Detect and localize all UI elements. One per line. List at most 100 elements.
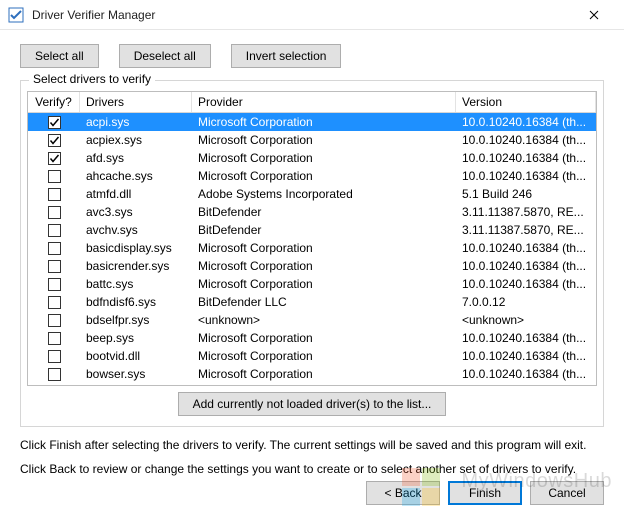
listview-header: Verify? Drivers Provider Version bbox=[28, 92, 596, 113]
verify-checkbox[interactable] bbox=[48, 152, 61, 165]
instruction-line-2: Click Back to review or change the setti… bbox=[20, 461, 604, 477]
instruction-line-1: Click Finish after selecting the drivers… bbox=[20, 437, 604, 453]
row-checkbox-cell bbox=[28, 329, 80, 348]
window-title: Driver Verifier Manager bbox=[32, 8, 571, 22]
invert-selection-button[interactable]: Invert selection bbox=[231, 44, 342, 68]
verify-checkbox[interactable] bbox=[48, 206, 61, 219]
provider-cell: Microsoft Corporation bbox=[192, 328, 456, 348]
row-checkbox-cell bbox=[28, 257, 80, 276]
verify-checkbox[interactable] bbox=[48, 368, 61, 381]
footer-buttons: < Back Finish Cancel bbox=[366, 481, 604, 505]
drivers-groupbox: Select drivers to verify Verify? Drivers… bbox=[20, 80, 604, 427]
verify-checkbox[interactable] bbox=[48, 278, 61, 291]
driver-name-cell: acpiex.sys bbox=[80, 130, 192, 150]
provider-cell: <unknown> bbox=[192, 310, 456, 330]
version-cell: 7.0.0.12 bbox=[456, 292, 596, 312]
provider-cell: Microsoft Corporation bbox=[192, 148, 456, 168]
table-row[interactable]: avchv.sysBitDefender3.11.11387.5870, RE.… bbox=[28, 221, 596, 239]
row-checkbox-cell bbox=[28, 365, 80, 384]
provider-cell: Microsoft Corporation bbox=[192, 364, 456, 384]
verify-checkbox[interactable] bbox=[48, 170, 61, 183]
table-row[interactable]: acpiex.sysMicrosoft Corporation10.0.1024… bbox=[28, 131, 596, 149]
listview-body[interactable]: acpi.sysMicrosoft Corporation10.0.10240.… bbox=[28, 113, 596, 385]
version-cell: 10.0.10240.16384 (th... bbox=[456, 328, 596, 348]
titlebar: Driver Verifier Manager bbox=[0, 0, 624, 30]
version-cell: <unknown> bbox=[456, 310, 596, 330]
driver-listview[interactable]: Verify? Drivers Provider Version acpi.sy… bbox=[27, 91, 597, 386]
column-header-drivers[interactable]: Drivers bbox=[80, 92, 192, 112]
verify-checkbox[interactable] bbox=[48, 314, 61, 327]
provider-cell: Microsoft Corporation bbox=[192, 256, 456, 276]
driver-name-cell: avchv.sys bbox=[80, 220, 192, 240]
groupbox-legend: Select drivers to verify bbox=[29, 72, 155, 86]
row-checkbox-cell bbox=[28, 113, 80, 132]
version-cell: 10.0.10240.16384 (th... bbox=[456, 364, 596, 384]
version-cell: 10.0.10240.16384 (th... bbox=[456, 148, 596, 168]
table-row[interactable]: acpi.sysMicrosoft Corporation10.0.10240.… bbox=[28, 113, 596, 131]
table-row[interactable]: ahcache.sysMicrosoft Corporation10.0.102… bbox=[28, 167, 596, 185]
provider-cell: Microsoft Corporation bbox=[192, 130, 456, 150]
verify-checkbox[interactable] bbox=[48, 134, 61, 147]
version-cell: 10.0.10240.16384 (th... bbox=[456, 346, 596, 366]
driver-name-cell: bdfndisf6.sys bbox=[80, 292, 192, 312]
row-checkbox-cell bbox=[28, 311, 80, 330]
provider-cell: Adobe Systems Incorporated bbox=[192, 184, 456, 204]
table-row[interactable]: afd.sysMicrosoft Corporation10.0.10240.1… bbox=[28, 149, 596, 167]
body-area: Select all Deselect all Invert selection… bbox=[0, 30, 624, 489]
table-row[interactable]: basicrender.sysMicrosoft Corporation10.0… bbox=[28, 257, 596, 275]
row-checkbox-cell bbox=[28, 221, 80, 240]
table-row[interactable]: bootvid.dllMicrosoft Corporation10.0.102… bbox=[28, 347, 596, 365]
window: Driver Verifier Manager Select all Desel… bbox=[0, 0, 624, 517]
select-all-button[interactable]: Select all bbox=[20, 44, 99, 68]
table-row[interactable]: atmfd.dllAdobe Systems Incorporated5.1 B… bbox=[28, 185, 596, 203]
provider-cell: BitDefender bbox=[192, 220, 456, 240]
provider-cell: BitDefender bbox=[192, 202, 456, 222]
verify-checkbox[interactable] bbox=[48, 332, 61, 345]
version-cell: 5.1 Build 246 bbox=[456, 184, 596, 204]
finish-button[interactable]: Finish bbox=[448, 481, 522, 505]
back-button[interactable]: < Back bbox=[366, 481, 440, 505]
table-row[interactable]: beep.sysMicrosoft Corporation10.0.10240.… bbox=[28, 329, 596, 347]
column-header-provider[interactable]: Provider bbox=[192, 92, 456, 112]
driver-name-cell: bowser.sys bbox=[80, 364, 192, 384]
table-row[interactable]: bowser.sysMicrosoft Corporation10.0.1024… bbox=[28, 365, 596, 383]
add-driver-row: Add currently not loaded driver(s) to th… bbox=[27, 392, 597, 416]
version-cell: 3.11.11387.5870, RE... bbox=[456, 202, 596, 222]
driver-name-cell: battc.sys bbox=[80, 274, 192, 294]
table-row[interactable]: battc.sysMicrosoft Corporation10.0.10240… bbox=[28, 275, 596, 293]
verify-checkbox[interactable] bbox=[48, 350, 61, 363]
verify-checkbox[interactable] bbox=[48, 296, 61, 309]
provider-cell: Microsoft Corporation bbox=[192, 238, 456, 258]
row-checkbox-cell bbox=[28, 239, 80, 258]
version-cell: 3.11.11387.5870, RE... bbox=[456, 220, 596, 240]
toolbar: Select all Deselect all Invert selection bbox=[20, 44, 604, 68]
cancel-button[interactable]: Cancel bbox=[530, 481, 604, 505]
table-row[interactable]: bdselfpr.sys<unknown><unknown> bbox=[28, 311, 596, 329]
driver-name-cell: afd.sys bbox=[80, 148, 192, 168]
version-cell: 10.0.10240.16384 (th... bbox=[456, 238, 596, 258]
add-not-loaded-drivers-button[interactable]: Add currently not loaded driver(s) to th… bbox=[178, 392, 447, 416]
driver-name-cell: bootvid.dll bbox=[80, 346, 192, 366]
table-row[interactable]: bdfndisf6.sysBitDefender LLC7.0.0.12 bbox=[28, 293, 596, 311]
driver-name-cell: ahcache.sys bbox=[80, 166, 192, 186]
deselect-all-button[interactable]: Deselect all bbox=[119, 44, 211, 68]
table-row[interactable]: basicdisplay.sysMicrosoft Corporation10.… bbox=[28, 239, 596, 257]
driver-name-cell: basicdisplay.sys bbox=[80, 238, 192, 258]
provider-cell: Microsoft Corporation bbox=[192, 346, 456, 366]
close-button[interactable] bbox=[571, 1, 616, 29]
verify-checkbox[interactable] bbox=[48, 188, 61, 201]
table-row[interactable]: avc3.sysBitDefender3.11.11387.5870, RE..… bbox=[28, 203, 596, 221]
version-cell: 10.0.10240.16384 (th... bbox=[456, 130, 596, 150]
row-checkbox-cell bbox=[28, 149, 80, 168]
column-header-version[interactable]: Version bbox=[456, 92, 596, 112]
provider-cell: Microsoft Corporation bbox=[192, 274, 456, 294]
column-header-verify[interactable]: Verify? bbox=[28, 92, 80, 112]
provider-cell: Microsoft Corporation bbox=[192, 166, 456, 186]
verify-checkbox[interactable] bbox=[48, 116, 61, 129]
close-icon bbox=[589, 10, 599, 20]
row-checkbox-cell bbox=[28, 293, 80, 312]
verify-checkbox[interactable] bbox=[48, 224, 61, 237]
driver-name-cell: bdselfpr.sys bbox=[80, 310, 192, 330]
verify-checkbox[interactable] bbox=[48, 242, 61, 255]
verify-checkbox[interactable] bbox=[48, 260, 61, 273]
